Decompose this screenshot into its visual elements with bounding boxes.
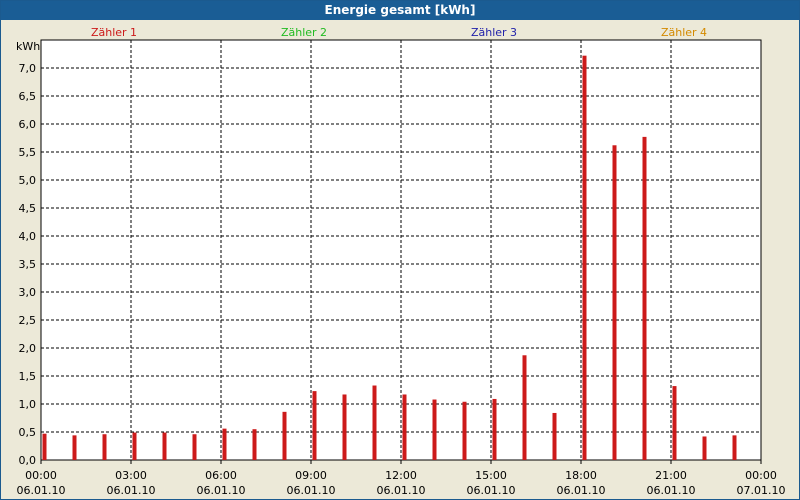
bar — [72, 435, 77, 460]
y-tick-label: 7,0 — [19, 62, 37, 75]
bar — [372, 385, 377, 460]
bar — [432, 399, 437, 460]
bar — [252, 429, 257, 460]
y-tick-label: 2,5 — [19, 314, 37, 327]
y-tick-label: 0,0 — [19, 454, 37, 467]
y-axis-label: kWh — [16, 40, 40, 53]
bar — [522, 355, 527, 460]
y-tick-label: 5,5 — [19, 146, 37, 159]
bar — [192, 434, 197, 460]
bar — [552, 412, 557, 460]
x-tick-time: 18:00 — [565, 469, 597, 482]
y-tick-label: 6,5 — [19, 90, 37, 103]
x-tick-date: 07.01.10 — [737, 484, 786, 497]
y-tick-label: 1,5 — [19, 370, 37, 383]
bar — [312, 391, 317, 460]
y-tick-label: 2,0 — [19, 342, 37, 355]
y-tick-label: 3,5 — [19, 258, 37, 271]
legend-entry: Zähler 3 — [471, 26, 517, 39]
x-tick-time: 15:00 — [475, 469, 507, 482]
bar — [342, 394, 347, 460]
x-tick-time: 03:00 — [115, 469, 147, 482]
bar — [462, 401, 467, 460]
x-tick-date: 06.01.10 — [197, 484, 246, 497]
bar — [102, 434, 107, 460]
bar — [672, 386, 677, 460]
x-tick-date: 06.01.10 — [17, 484, 66, 497]
x-tick-time: 00:00 — [745, 469, 777, 482]
y-axis-ticks: 0,0 0,5 1,0 1,5 2,0 2,5 3,0 3,5 4,0 4,5 5,0 5,5 6,0 6… — [19, 62, 37, 467]
bar — [642, 136, 647, 460]
bar — [282, 411, 287, 460]
x-axis-ticks: 00:00 06.01.10 03:00 06.01.10 06:00 06.01.10 0… — [17, 460, 786, 497]
y-tick-label: 4,0 — [19, 230, 37, 243]
y-tick-label: 4,5 — [19, 202, 37, 215]
x-tick-time: 12:00 — [385, 469, 417, 482]
legend-entry: Zähler 2 — [281, 26, 327, 39]
legend: Zähler 1 Zähler 2 Zähler 3 Zähler 4 — [91, 26, 707, 39]
bar — [162, 432, 167, 460]
y-tick-label: 0,5 — [19, 426, 37, 439]
y-tick-label: 1,0 — [19, 398, 37, 411]
x-tick-date: 06.01.10 — [557, 484, 606, 497]
bar — [612, 145, 617, 460]
bar — [222, 428, 227, 460]
bar — [492, 398, 497, 460]
x-tick-time: 06:00 — [205, 469, 237, 482]
bar — [132, 432, 137, 460]
x-tick-date: 06.01.10 — [107, 484, 156, 497]
bar — [582, 55, 587, 461]
y-tick-label: 3,0 — [19, 286, 37, 299]
bar — [702, 436, 707, 460]
legend-entry: Zähler 1 — [91, 26, 137, 39]
x-tick-time: 21:00 — [655, 469, 687, 482]
bar — [732, 435, 737, 460]
x-tick-date: 06.01.10 — [467, 484, 516, 497]
x-tick-time: 09:00 — [295, 469, 327, 482]
x-tick-time: 00:00 — [25, 469, 57, 482]
legend-entry: Zähler 4 — [661, 26, 707, 39]
y-tick-label: 6,0 — [19, 118, 37, 131]
bar — [42, 433, 47, 460]
x-tick-date: 06.01.10 — [377, 484, 426, 497]
y-tick-label: 5,0 — [19, 174, 37, 187]
x-tick-date: 06.01.10 — [287, 484, 336, 497]
chart-svg: 0,0 0,5 1,0 1,5 2,0 2,5 3,0 3,5 4,0 4,5 5,0 5,5 6,0 6… — [16, 26, 786, 497]
x-tick-date: 06.01.10 — [647, 484, 696, 497]
bar — [402, 394, 407, 460]
